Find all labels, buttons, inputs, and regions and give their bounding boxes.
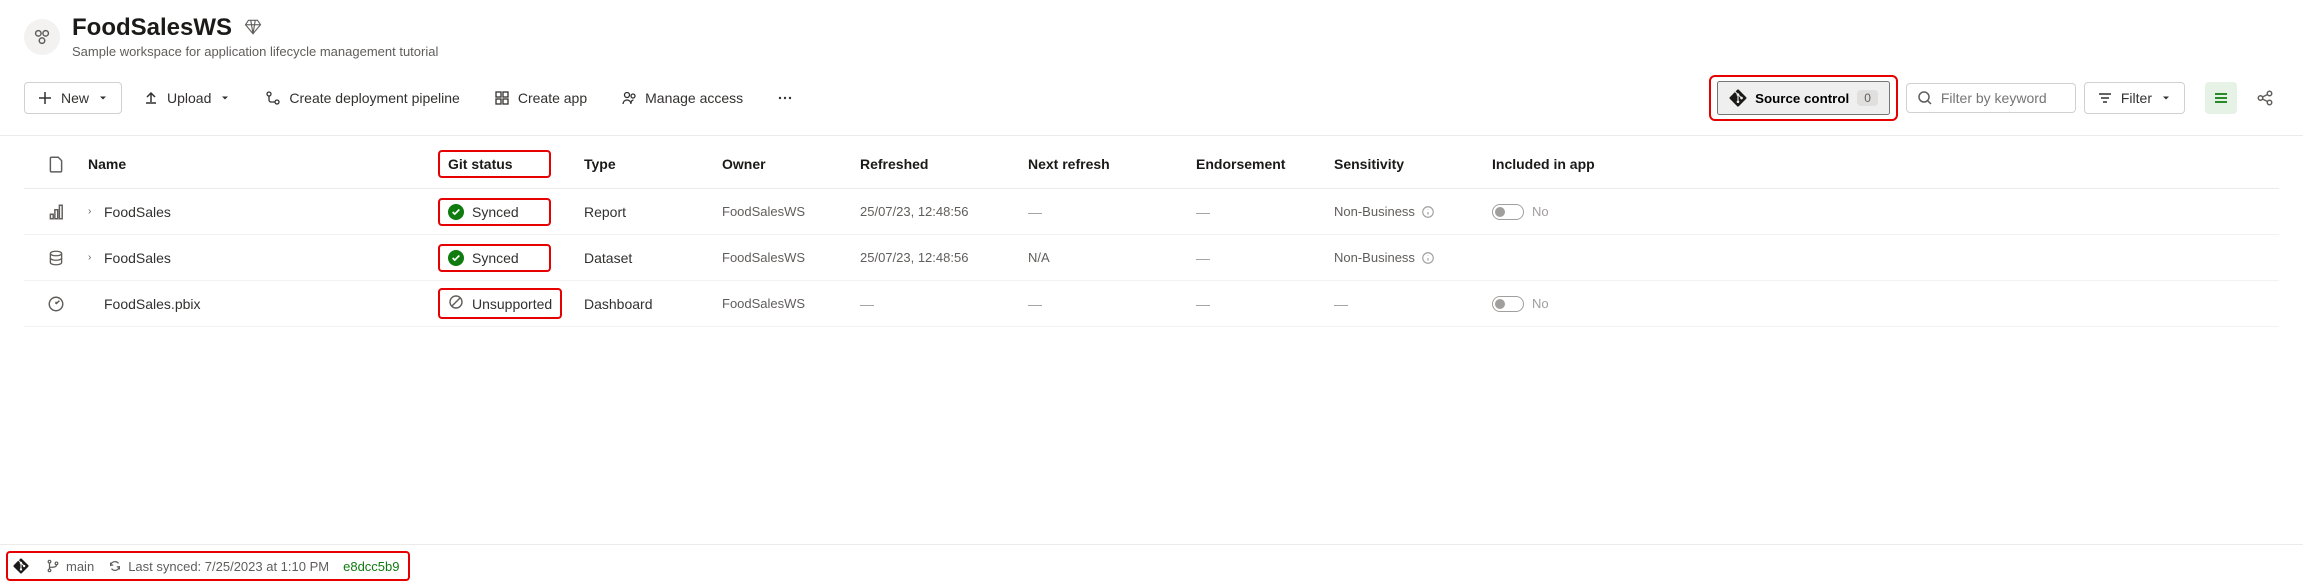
create-pipeline-button[interactable]: Create deployment pipeline: [252, 82, 472, 114]
col-refreshed[interactable]: Refreshed: [860, 156, 1020, 172]
git-status-cell: Unsupported: [446, 292, 576, 315]
commit-hash[interactable]: e8dcc5b9: [343, 559, 399, 574]
endorsement-cell: —: [1196, 204, 1326, 220]
table-row[interactable]: FoodSales.pbix Unsupported Dashboard FoodSa…: [24, 281, 2279, 327]
refreshed-cell: 25/07/23, 12:48:56: [860, 250, 1020, 265]
expand-icon[interactable]: ›: [88, 206, 98, 217]
git-status-cell: Synced: [446, 248, 576, 268]
sync-icon: [108, 559, 122, 573]
filter-button[interactable]: Filter: [2084, 82, 2185, 114]
source-control-highlight: Source control 0: [1709, 75, 1898, 121]
new-button-label: New: [61, 90, 89, 106]
unsupported-icon: [448, 294, 464, 313]
col-git-status[interactable]: Git status: [446, 154, 576, 174]
item-type-icon: [32, 295, 80, 313]
premium-diamond-icon: [244, 18, 262, 39]
source-control-label: Source control: [1755, 91, 1849, 106]
branch-name: main: [66, 559, 94, 574]
col-sensitivity[interactable]: Sensitivity: [1334, 156, 1484, 172]
owner-cell: FoodSalesWS: [722, 250, 852, 265]
endorsement-cell: —: [1196, 250, 1326, 266]
create-app-label: Create app: [518, 90, 587, 106]
create-pipeline-label: Create deployment pipeline: [289, 90, 459, 106]
included-cell: No: [1492, 204, 1612, 220]
git-status-cell: Synced: [446, 202, 576, 222]
search-icon: [1917, 90, 1933, 106]
included-toggle[interactable]: [1492, 296, 1524, 312]
item-name[interactable]: ›FoodSales: [88, 250, 438, 266]
col-type[interactable]: Type: [584, 156, 714, 172]
manage-access-label: Manage access: [645, 90, 743, 106]
source-control-button[interactable]: Source control 0: [1717, 81, 1890, 115]
git-icon: [1729, 89, 1747, 107]
manage-access-button[interactable]: Manage access: [608, 82, 756, 114]
included-toggle[interactable]: [1492, 204, 1524, 220]
git-icon: [10, 555, 32, 577]
search-box[interactable]: [1906, 83, 2076, 113]
workspace-header: FoodSalesWS Sample workspace for applica…: [0, 0, 2303, 65]
list-view-toggle[interactable]: [2205, 82, 2237, 114]
table-header-row: Name Git status Type Owner Refreshed Nex…: [24, 136, 2279, 189]
info-icon: [1421, 205, 1435, 219]
col-included[interactable]: Included in app: [1492, 156, 1612, 172]
workspace-subtitle: Sample workspace for application lifecyc…: [72, 44, 438, 59]
endorsement-cell: —: [1196, 296, 1326, 312]
workspace-title: FoodSalesWS: [72, 14, 232, 42]
item-name[interactable]: ›FoodSales: [88, 204, 438, 220]
next-refresh-cell: —: [1028, 204, 1188, 220]
chevron-down-icon: [97, 92, 109, 104]
status-bar: main Last synced: 7/25/2023 at 1:10 PM e…: [0, 544, 2303, 587]
synced-icon: [448, 204, 464, 220]
next-refresh-cell: —: [1028, 296, 1188, 312]
sensitivity-cell: —: [1334, 296, 1484, 312]
new-button[interactable]: New: [24, 82, 122, 114]
item-type-icon: [32, 249, 80, 267]
next-refresh-cell: N/A: [1028, 250, 1188, 265]
sensitivity-cell: Non-Business: [1334, 204, 1484, 219]
search-input[interactable]: [1941, 90, 2065, 106]
branch-indicator[interactable]: main: [46, 559, 94, 574]
branch-icon: [46, 559, 60, 573]
source-control-count-badge: 0: [1857, 90, 1878, 106]
git-status-bar-highlight: main Last synced: 7/25/2023 at 1:10 PM e…: [6, 551, 410, 581]
chevron-down-icon: [2160, 92, 2172, 104]
expand-icon[interactable]: ›: [88, 252, 98, 263]
upload-button[interactable]: Upload: [130, 82, 244, 114]
table-row[interactable]: ›FoodSales Synced Dataset FoodSalesWS 25/07/…: [24, 235, 2279, 281]
item-type-icon: [32, 203, 80, 221]
col-endorsement[interactable]: Endorsement: [1196, 156, 1326, 172]
type-cell: Dashboard: [584, 296, 714, 312]
info-icon: [1421, 251, 1435, 265]
owner-cell: FoodSalesWS: [722, 296, 852, 311]
col-type-icon: [32, 155, 80, 173]
lineage-view-button[interactable]: [2251, 84, 2279, 112]
refreshed-cell: 25/07/23, 12:48:56: [860, 204, 1020, 219]
owner-cell: FoodSalesWS: [722, 204, 852, 219]
col-name[interactable]: Name: [88, 156, 438, 172]
table-row[interactable]: ›FoodSales Synced Report FoodSalesWS 25/07/2…: [24, 189, 2279, 235]
last-synced-text: Last synced: 7/25/2023 at 1:10 PM: [128, 559, 329, 574]
included-cell: No: [1492, 296, 1612, 312]
last-synced: Last synced: 7/25/2023 at 1:10 PM: [108, 559, 329, 574]
upload-button-label: Upload: [167, 90, 211, 106]
more-button[interactable]: [764, 82, 806, 114]
col-owner[interactable]: Owner: [722, 156, 852, 172]
create-app-button[interactable]: Create app: [481, 82, 600, 114]
sensitivity-cell: Non-Business: [1334, 250, 1484, 265]
item-name[interactable]: FoodSales.pbix: [88, 296, 438, 312]
chevron-down-icon: [219, 92, 231, 104]
refreshed-cell: —: [860, 296, 1020, 312]
workspace-icon: [24, 19, 60, 55]
type-cell: Dataset: [584, 250, 714, 266]
filter-label: Filter: [2121, 90, 2152, 106]
toolbar: New Upload Create deployment pipeline Cr…: [0, 65, 2303, 136]
filter-icon: [2097, 90, 2113, 106]
type-cell: Report: [584, 204, 714, 220]
items-table: Name Git status Type Owner Refreshed Nex…: [0, 136, 2303, 327]
synced-icon: [448, 250, 464, 266]
col-next-refresh[interactable]: Next refresh: [1028, 156, 1188, 172]
